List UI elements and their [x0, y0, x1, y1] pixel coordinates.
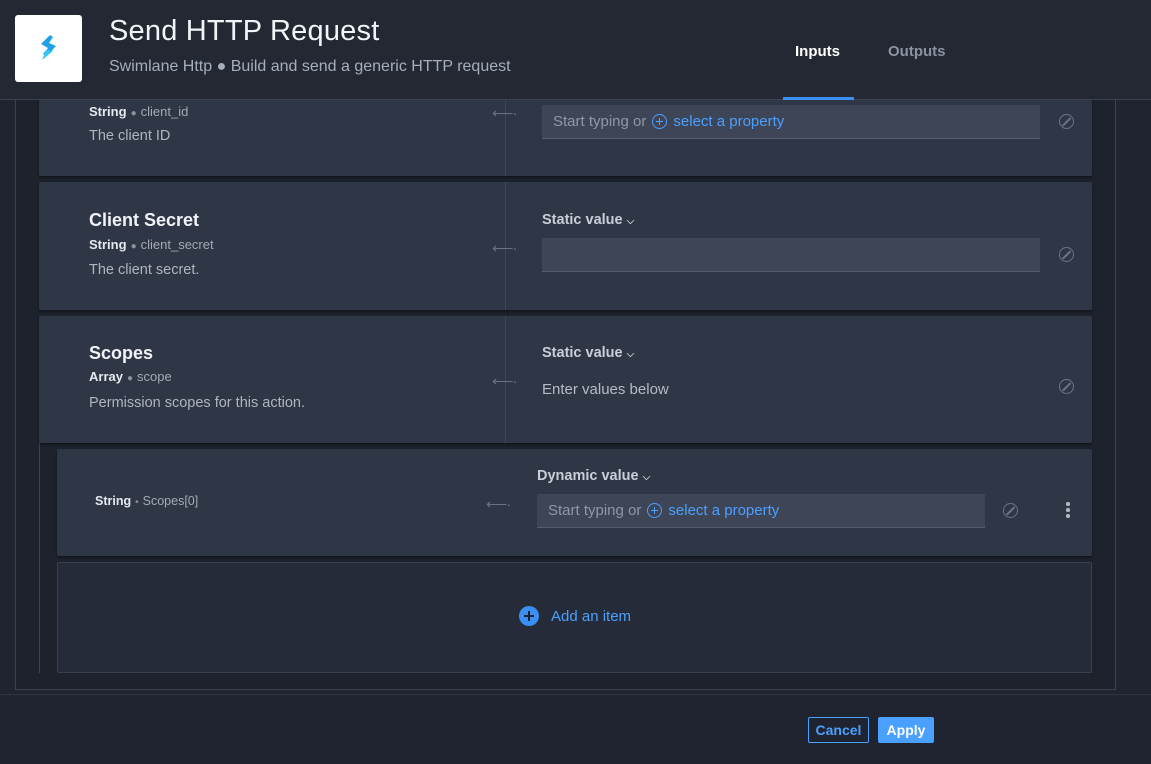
mapping-arrow-icon: ⟵·: [492, 105, 517, 122]
field-scopes: Scopes Array ● scope Permission scopes for…: [39, 316, 1092, 443]
chevron-down-icon: ⌵: [626, 216, 635, 227]
chevron-down-icon: ⌵: [626, 349, 635, 360]
disable-field-icon[interactable]: [1059, 379, 1074, 394]
array-item: String • Scopes[0] ⟵· Dynamic value ⌵ Start…: [57, 449, 1092, 556]
field-client-id: String ● client_id The client ID ⟵· Start …: [39, 100, 1092, 176]
client-secret-input[interactable]: [542, 238, 1040, 272]
disable-field-icon[interactable]: [1059, 114, 1074, 129]
value-type-dropdown[interactable]: Static value ⌵: [542, 345, 634, 361]
field-scopes-title: Scopes: [89, 343, 154, 363]
header: Send HTTP Request Swimlane Http ● Build …: [0, 0, 1151, 100]
field-client-id-meta: String ● client_id: [89, 104, 189, 119]
field-type: String: [95, 494, 132, 508]
field-type: String: [89, 104, 127, 119]
field-key: scope: [137, 369, 172, 384]
add-property-icon: [647, 503, 663, 518]
field-client-secret-description: The client secret.: [89, 262, 200, 278]
value-type-dropdown[interactable]: Static value ⌵: [542, 212, 634, 228]
page-subtitle: Swimlane Http ● Build and send a generic…: [109, 58, 511, 75]
field-key: client_id: [140, 104, 189, 119]
more-options-icon[interactable]: [1066, 502, 1070, 520]
mapping-arrow-icon: ⟵·: [492, 373, 517, 390]
field-type: Array: [89, 369, 123, 384]
value-type-dropdown[interactable]: Dynamic value ⌵: [537, 468, 650, 484]
field-type: String: [89, 237, 127, 252]
disable-field-icon[interactable]: [1059, 247, 1074, 262]
page-title: Send HTTP Request: [109, 15, 380, 47]
field-scopes-description: Permission scopes for this action.: [89, 395, 305, 411]
add-item-button[interactable]: Add an item: [551, 608, 631, 625]
app-logo: [15, 15, 82, 82]
scope-item-input[interactable]: Start typing or select a property: [537, 494, 985, 528]
swimlane-logo-icon: [40, 34, 56, 60]
cancel-button[interactable]: Cancel: [808, 717, 869, 743]
client-id-input[interactable]: Start typing or select a property: [542, 105, 1040, 139]
array-nesting-line: [39, 443, 40, 673]
footer: Cancel Apply: [0, 694, 1151, 764]
tab-inputs[interactable]: Inputs: [795, 43, 840, 60]
select-property-link[interactable]: select a property: [668, 502, 779, 519]
select-property-link[interactable]: select a property: [673, 113, 784, 130]
field-scopes-meta: Array ● scope: [89, 369, 172, 384]
field-client-secret-title: Client Secret: [89, 210, 200, 230]
field-client-secret-meta: String ● client_secret: [89, 237, 214, 252]
scopes-value-hint: Enter values below: [542, 381, 669, 398]
field-key: client_secret: [140, 237, 214, 252]
mapping-arrow-icon: ⟵·: [486, 496, 511, 513]
add-property-icon: [652, 114, 668, 129]
field-key: Scopes[0]: [142, 494, 199, 508]
mapping-arrow-icon: ⟵·: [492, 240, 517, 257]
add-item-area[interactable]: Add an item: [57, 562, 1092, 673]
disable-field-icon[interactable]: [1003, 503, 1018, 518]
field-client-id-description: The client ID: [89, 128, 171, 144]
array-item-meta: String • Scopes[0]: [95, 494, 199, 508]
chevron-down-icon: ⌵: [642, 472, 651, 483]
field-client-secret: Client Secret String ● client_secret The c…: [39, 182, 1092, 310]
tab-outputs[interactable]: Outputs: [888, 43, 946, 60]
inputs-panel[interactable]: String ● client_id The client ID ⟵· Start …: [15, 100, 1116, 690]
add-item-icon[interactable]: [519, 606, 539, 626]
apply-button[interactable]: Apply: [878, 717, 934, 743]
